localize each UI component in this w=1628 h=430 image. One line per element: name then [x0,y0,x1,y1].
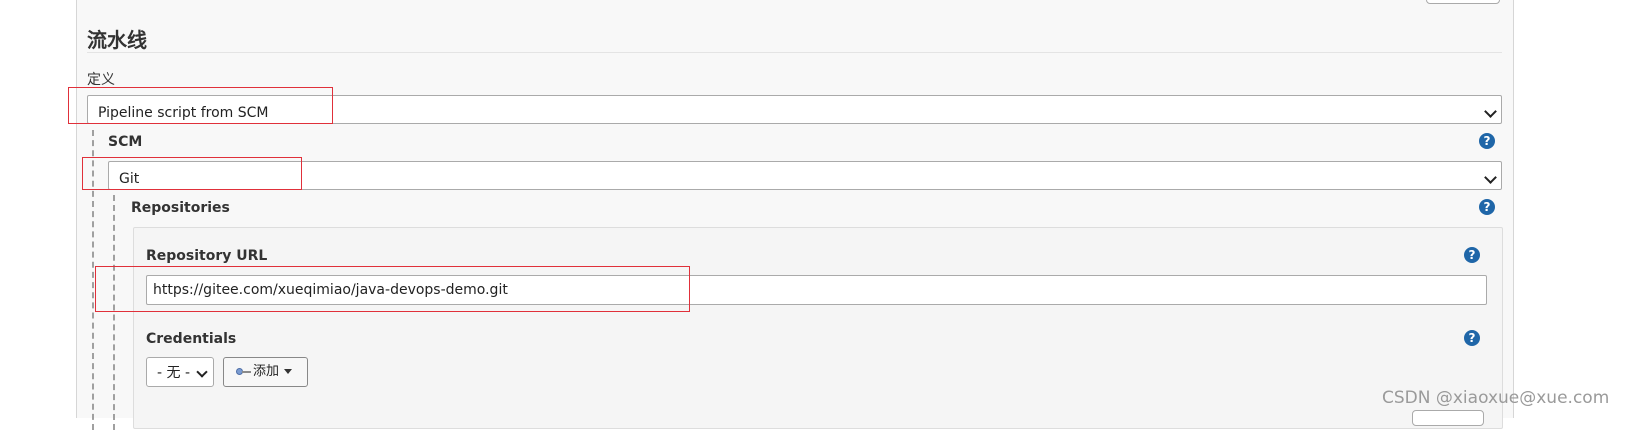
watermark: CSDN @xiaoxue@xue.com [1382,388,1610,408]
section-divider [87,52,1502,53]
bottom-button-edge[interactable] [1412,410,1484,426]
repository-url-label: Repository URL [146,248,268,264]
highlight-box-repository-url [95,266,690,312]
definition-label: 定义 [87,72,115,88]
caret-down-icon [284,369,293,374]
highlight-box-scm [82,157,302,190]
key-icon [236,367,251,377]
repositories-help-icon[interactable]: ? [1479,199,1495,215]
credentials-selected-value: - 无 - [157,365,191,381]
top-button-edge[interactable] [1426,0,1500,4]
credentials-help-icon[interactable]: ? [1464,330,1480,346]
add-credentials-label: 添加 [253,364,280,379]
repositories-label: Repositories [131,200,230,216]
chevron-down-icon [1484,105,1497,118]
repository-url-help-icon[interactable]: ? [1464,247,1480,263]
add-credentials-button[interactable]: 添加 [223,357,308,387]
credentials-select[interactable]: - 无 - [146,357,214,387]
scm-help-icon[interactable]: ? [1479,133,1495,149]
scm-select[interactable]: Git [108,161,1502,190]
credentials-label: Credentials [146,331,237,347]
pipeline-section-title: 流水线 [87,28,147,52]
repository-entry [133,227,1503,429]
highlight-box-definition [68,87,333,124]
chevron-down-icon [196,366,208,378]
scm-label: SCM [108,134,143,150]
chevron-down-icon [1484,171,1497,184]
scm-nesting-guide [113,195,115,430]
